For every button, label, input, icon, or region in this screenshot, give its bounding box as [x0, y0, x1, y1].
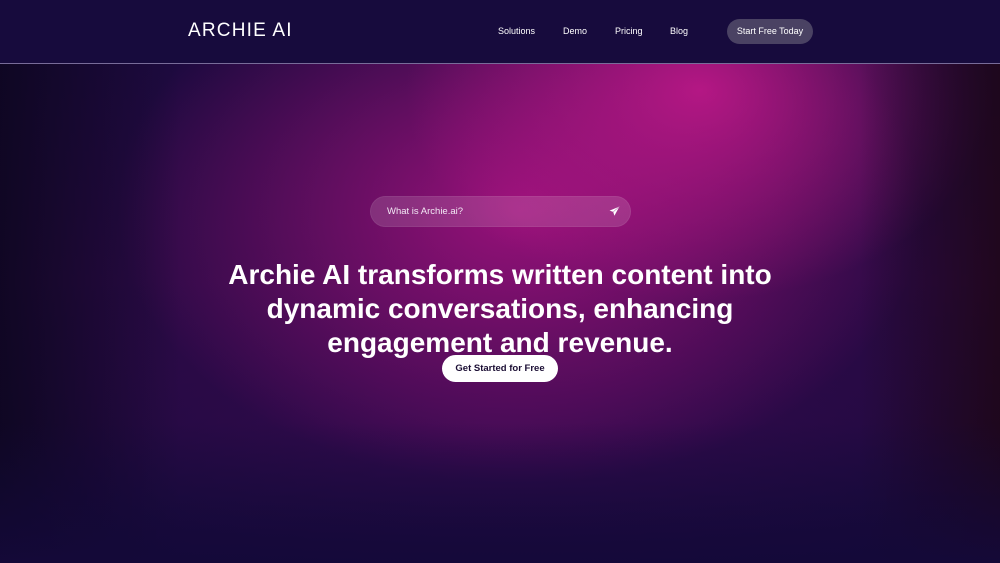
headline-line: Archie AI transforms written content int…: [228, 258, 772, 290]
hero-bottom-fade: [0, 423, 1000, 563]
hero-headline: Archie AI transforms written content int…: [150, 258, 850, 360]
ask-archie-placeholder: What is Archie.ai?: [387, 206, 464, 217]
send-icon[interactable]: [609, 206, 620, 217]
ask-archie-input[interactable]: What is Archie.ai?: [370, 196, 631, 227]
start-free-today-button[interactable]: Start Free Today: [727, 19, 813, 44]
logo[interactable]: ARCHIE AI: [188, 20, 293, 42]
nav-solutions[interactable]: Solutions: [498, 24, 535, 38]
get-started-button[interactable]: Get Started for Free: [442, 355, 558, 382]
site-header: ARCHIE AI Solutions Demo Pricing Blog St…: [0, 0, 1000, 64]
nav-demo[interactable]: Demo: [563, 24, 587, 38]
nav-blog[interactable]: Blog: [670, 24, 688, 38]
nav-pricing[interactable]: Pricing: [615, 24, 643, 38]
headline-line: dynamic conversations, enhancing: [266, 292, 734, 324]
